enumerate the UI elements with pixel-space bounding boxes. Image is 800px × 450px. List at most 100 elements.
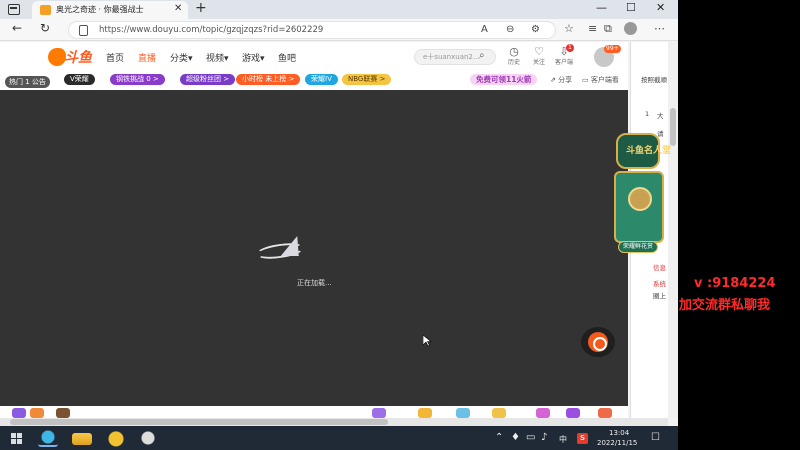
- client-badge: 1: [566, 44, 574, 52]
- search-icon[interactable]: ⌕: [479, 50, 485, 61]
- nav-home[interactable]: 首页: [106, 51, 124, 64]
- edge-browser-icon[interactable]: [38, 429, 58, 447]
- app-icon-round[interactable]: [138, 429, 158, 447]
- collections-icon[interactable]: ⧉: [604, 22, 612, 36]
- maximize-button[interactable]: ☐: [626, 1, 636, 14]
- sogou-ime-icon[interactable]: S: [577, 433, 588, 444]
- logo-text: 斗鱼: [64, 50, 92, 66]
- super-fans-pill[interactable]: 超级粉丝团 >: [180, 74, 236, 85]
- search-placeholder: e十suanxuan2...: [423, 53, 480, 61]
- lock-icon[interactable]: [79, 25, 88, 36]
- share-button[interactable]: ⇗ 分享: [550, 75, 572, 85]
- avatar-badge: 99+: [604, 45, 621, 53]
- screen: 奥光之奇迹 · 你最强战士 ✕ + — ☐ ✕ ← ↻ https://www.…: [0, 0, 800, 450]
- follow-label: 关注: [532, 59, 545, 66]
- read-aloud-icon[interactable]: A: [481, 24, 488, 35]
- close-window-button[interactable]: ✕: [656, 1, 665, 14]
- vertical-scrollbar-thumb[interactable]: [670, 108, 676, 146]
- nav-category-label: 分类: [170, 54, 189, 64]
- steel-challenge-pill[interactable]: 钢铁挑战 0 >: [110, 74, 165, 85]
- address-bar[interactable]: https://www.douyu.com/topic/gzqjzqzs?rid…: [68, 21, 556, 39]
- history-label: 历史: [507, 59, 520, 66]
- network-icon[interactable]: ▭: [526, 432, 535, 443]
- file-explorer-icon[interactable]: [72, 433, 92, 445]
- tab-title: 奥光之奇迹 · 你最强战士: [56, 5, 144, 14]
- notification-icon[interactable]: ☐: [651, 432, 660, 443]
- site-header: 斗鱼 首页 直播 分类▾ 视频▾ 游戏▾ 鱼吧 e十suanxuan2... ⌕…: [0, 42, 628, 72]
- follow-button[interactable]: ♡ 关注: [528, 46, 550, 70]
- url-text[interactable]: https://www.douyu.com/topic/gzqjzqzs?rid…: [99, 25, 323, 35]
- client-watch-button[interactable]: ▭ 客户端看: [582, 75, 619, 85]
- favorites-icon[interactable]: ≡: [588, 22, 597, 35]
- ime-indicator[interactable]: 中: [559, 434, 567, 445]
- nav-live[interactable]: 直播: [138, 51, 156, 64]
- gift-icon[interactable]: [566, 408, 580, 418]
- gift-icon[interactable]: [418, 408, 432, 418]
- tab-favicon-icon: [40, 5, 51, 15]
- douyu-ball-icon: [588, 332, 608, 352]
- free-gift-banner[interactable]: 免费可领11火箭: [470, 74, 538, 85]
- panel-rank-1: 1: [645, 110, 650, 118]
- hot-announcement[interactable]: 热门 1 公告: [5, 76, 50, 88]
- gift-icon[interactable]: [536, 408, 550, 418]
- nav-yuba[interactable]: 鱼吧: [278, 51, 296, 64]
- browser-tab[interactable]: 奥光之奇迹 · 你最强战士 ✕: [32, 1, 188, 19]
- gift-icon[interactable]: [56, 408, 70, 418]
- windows-start-icon[interactable]: [11, 433, 22, 444]
- gift-icon[interactable]: [456, 408, 470, 418]
- back-button[interactable]: ←: [12, 21, 22, 35]
- gift-bar: [0, 406, 628, 418]
- douyu-logo[interactable]: 斗鱼: [48, 48, 94, 66]
- nav-category[interactable]: 分类▾: [170, 51, 193, 64]
- overlay-join-group-line: 加交流群私聊我: [679, 298, 771, 313]
- gift-icon[interactable]: [12, 408, 26, 418]
- gift-icon[interactable]: [30, 408, 44, 418]
- nav-games[interactable]: 游戏▾: [242, 51, 265, 64]
- promo-button[interactable]: 荣耀鲜花赏: [618, 241, 659, 253]
- profile-icon[interactable]: [624, 22, 637, 35]
- new-tab-button[interactable]: +: [195, 0, 207, 16]
- favorite-star-icon[interactable]: ☆: [564, 22, 574, 35]
- panel-item-big: 大: [657, 112, 664, 120]
- tray-chevron-icon[interactable]: ⌃: [495, 432, 503, 443]
- tab-actions-icon[interactable]: [8, 4, 20, 15]
- microphone-icon[interactable]: ♦: [511, 432, 520, 443]
- refresh-button[interactable]: ↻: [40, 21, 50, 35]
- zoom-icon[interactable]: ⊖: [506, 24, 514, 35]
- more-icon[interactable]: ⋯: [654, 22, 665, 35]
- tab-close-icon[interactable]: ✕: [174, 3, 182, 14]
- gift-icon[interactable]: [598, 408, 612, 418]
- site-search-input[interactable]: e十suanxuan2... ⌕: [414, 49, 496, 65]
- nbg-league-pill[interactable]: NBG联赛 >: [342, 74, 392, 85]
- honor-pill[interactable]: V荣耀: [64, 74, 95, 85]
- hour-rank-pill[interactable]: 小时榜 未上榜 >: [236, 74, 301, 85]
- panel-sort-label[interactable]: 按照截顺: [641, 74, 667, 84]
- clock-time[interactable]: 13:04: [609, 429, 629, 437]
- gift-icon[interactable]: [492, 408, 506, 418]
- promo-emblem-icon: [628, 187, 652, 211]
- vertical-scrollbar[interactable]: [668, 42, 678, 418]
- loading-text: 正在加载...: [297, 279, 332, 287]
- promo-card: [614, 171, 664, 243]
- gift-icon[interactable]: [372, 408, 386, 418]
- floating-action-button[interactable]: [581, 327, 615, 357]
- honor-iv-pill[interactable]: 荣耀IV: [305, 74, 338, 85]
- promo-title: 斗鱼名人堂: [626, 146, 672, 156]
- nav-video[interactable]: 视频▾: [206, 51, 229, 64]
- app-icon-yellow[interactable]: [106, 429, 126, 447]
- heart-icon: ♡: [534, 45, 544, 58]
- browser-toolbar: ← ↻ https://www.douyu.com/topic/gzqjzqzs…: [0, 19, 678, 41]
- hall-of-fame-promo[interactable]: 斗鱼名人堂 荣耀鲜花赏: [612, 133, 671, 257]
- clock-date[interactable]: 2022/11/15: [597, 439, 637, 447]
- horizontal-scrollbar[interactable]: [0, 418, 668, 426]
- extension-icon[interactable]: ⚙: [531, 24, 540, 35]
- loading-spinner-icon: [255, 236, 312, 262]
- history-button[interactable]: ◷ 历史: [503, 46, 525, 70]
- minimize-button[interactable]: —: [596, 1, 607, 14]
- tab-strip: 奥光之奇迹 · 你最强战士 ✕ + — ☐ ✕: [0, 0, 678, 19]
- video-player[interactable]: 正在加载...: [0, 90, 628, 406]
- client-watch-label: 客户端看: [590, 76, 619, 84]
- horizontal-scrollbar-thumb[interactable]: [10, 419, 388, 425]
- speaker-icon[interactable]: ♪: [541, 432, 547, 443]
- share-label: 分享: [558, 76, 573, 84]
